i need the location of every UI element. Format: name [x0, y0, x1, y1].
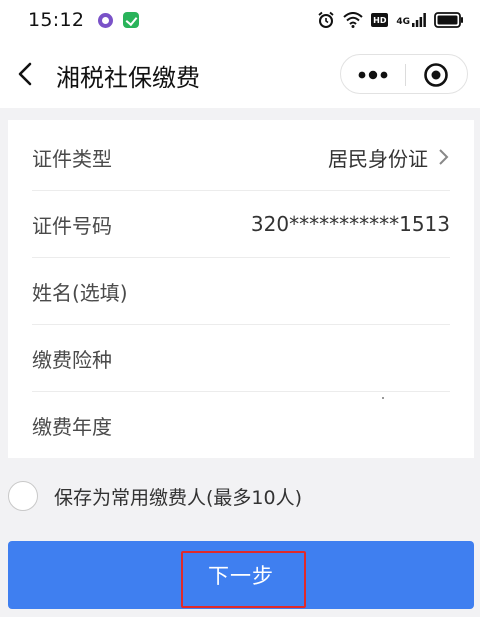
payer-form: 证件类型 居民身份证 证件号码 320***********1513 姓名(选填…: [8, 120, 474, 458]
page-title: 湘税社保缴费: [56, 64, 200, 92]
miniprogram-capsule: [340, 54, 468, 94]
id-type-value[interactable]: 居民身份证: [328, 143, 450, 172]
form-row-insurance-type[interactable]: 缴费险种: [32, 325, 450, 392]
wechat-notification-icon: [123, 12, 140, 28]
name-label: 姓名(选填): [32, 280, 128, 305]
insurance-type-label: 缴费险种: [32, 347, 112, 372]
next-step-label: 下一步: [208, 564, 274, 588]
payment-year-label: 缴费年度: [32, 415, 112, 439]
capsule-divider: [405, 64, 406, 86]
speck: [382, 397, 384, 399]
close-miniprogram-icon[interactable]: [423, 62, 449, 88]
hd-icon: HD: [371, 13, 389, 27]
id-type-selected: 居民身份证: [328, 146, 428, 171]
wifi-icon: [343, 12, 364, 28]
app-notification-icon: [98, 12, 114, 28]
alarm-icon: [318, 11, 334, 28]
back-arrow-icon[interactable]: [16, 62, 36, 86]
save-payer-radio-icon[interactable]: [8, 481, 38, 511]
next-step-button[interactable]: 下一步: [8, 541, 474, 609]
cellular-signal: 4G: [396, 13, 426, 27]
status-bar: 15:12 HD 4G: [0, 0, 480, 40]
save-payer-label: 保存为常用缴费人(最多10人): [54, 486, 303, 509]
status-right: HD 4G: [317, 11, 464, 29]
chevron-right-icon: [439, 149, 449, 165]
signal-icon: [412, 13, 426, 27]
id-number-label: 证件号码: [32, 213, 112, 238]
id-type-label: 证件类型: [32, 146, 112, 171]
id-number-value[interactable]: 320***********1513: [251, 212, 450, 236]
battery-icon: [434, 12, 463, 28]
form-row-payment-year[interactable]: 缴费年度: [32, 392, 450, 459]
status-app-icons: [98, 12, 140, 28]
network-type: 4G: [396, 17, 410, 27]
form-row-name[interactable]: 姓名(选填): [32, 258, 450, 325]
status-time: 15:12: [28, 9, 85, 31]
form-row-id-type[interactable]: 证件类型 居民身份证: [32, 124, 450, 191]
nav-bar: 湘税社保缴费: [0, 40, 480, 108]
save-payer-option[interactable]: 保存为常用缴费人(最多10人): [8, 478, 302, 514]
form-row-id-number[interactable]: 证件号码 320***********1513: [32, 191, 450, 258]
more-dots-icon[interactable]: [357, 70, 389, 80]
